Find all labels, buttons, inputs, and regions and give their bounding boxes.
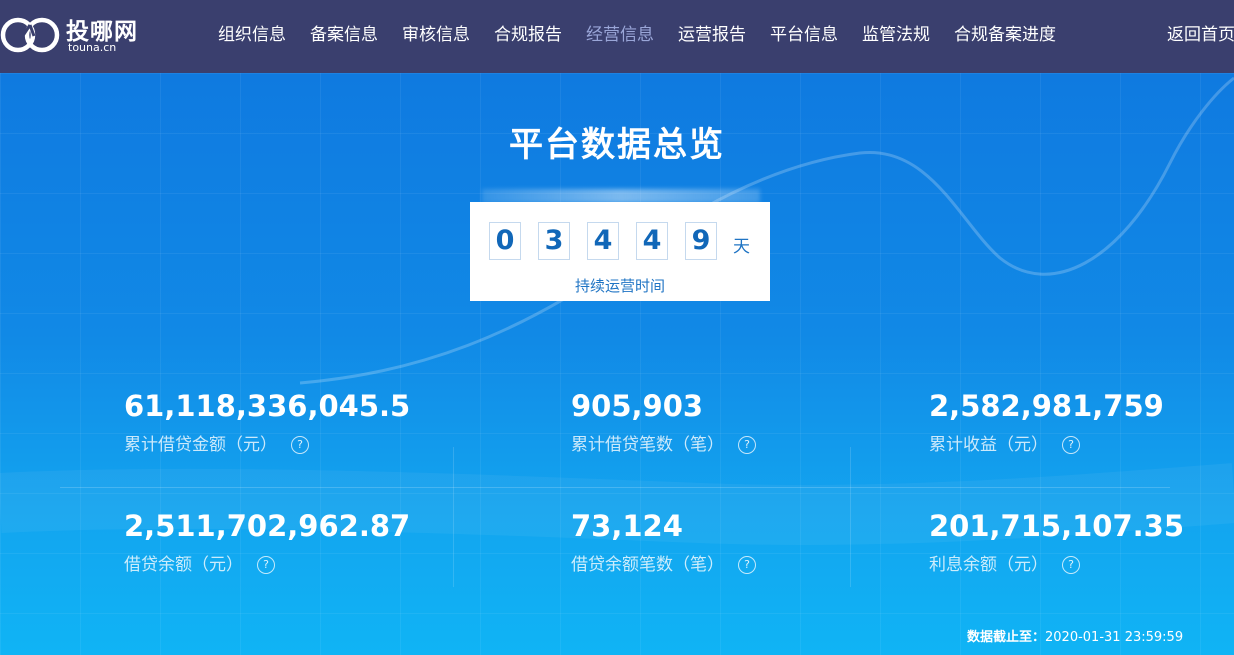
question-icon[interactable]: ? [738, 436, 756, 454]
stat-value: 905,903 [571, 389, 704, 423]
nav-item-regulations[interactable]: 监管法规 [862, 22, 930, 48]
stat-label: 借贷余额笔数（笔）? [571, 550, 756, 575]
nav-item-platform-info[interactable]: 平台信息 [770, 22, 838, 48]
question-icon[interactable]: ? [1062, 556, 1080, 574]
data-cutoff-label: 数据截止至： [967, 630, 1046, 645]
stat-label: 累计借贷金额（元）? [124, 430, 309, 455]
question-icon[interactable]: ? [257, 556, 275, 574]
nav-item-compliance-report[interactable]: 合规报告 [494, 22, 562, 48]
stat-label: 累计借贷笔数（笔）? [571, 430, 756, 455]
logo-icon [0, 17, 60, 53]
nav-item-org-info[interactable]: 组织信息 [218, 22, 286, 48]
stat-value: 2,582,981,759 [929, 389, 1164, 423]
runtime-digit: 4 [636, 222, 668, 260]
top-header: 投哪网 touna.cn 组织信息 备案信息 审核信息 合规报告 经营信息 运营… [0, 0, 1234, 73]
nav-item-filing-progress[interactable]: 合规备案进度 [954, 22, 1056, 48]
stats-divider [453, 447, 454, 587]
data-cutoff-time: 2020-01-31 23:59:59 [1045, 630, 1184, 645]
stat-total-income: 2,582,981,759 累计收益（元）? [929, 389, 1234, 459]
question-icon[interactable]: ? [1062, 436, 1080, 454]
nav-item-business-info[interactable]: 经营信息 [586, 22, 654, 48]
runtime-digit: 0 [489, 222, 521, 260]
stat-value: 61,118,336,045.5 [124, 389, 411, 423]
back-home-link[interactable]: 返回首页 [1167, 22, 1234, 48]
stat-label: 利息余额（元）? [929, 550, 1080, 575]
runtime-label: 持续运营时间 [574, 277, 665, 295]
question-icon[interactable]: ? [291, 436, 309, 454]
stat-total-loan-amount: 61,118,336,045.5 累计借贷金额（元）? [124, 389, 444, 459]
main-overview: 平台数据总览 0 3 4 4 9 天 持续运营时间 61,118,336,045… [0, 73, 1234, 655]
logo-domain: touna.cn [68, 41, 117, 54]
data-cutoff: 数据截止至：2020-01-31 23:59:59 [967, 626, 1183, 645]
stat-value: 201,715,107.35 [929, 509, 1185, 543]
site-logo[interactable]: 投哪网 touna.cn [0, 12, 160, 58]
runtime-digit: 9 [685, 222, 717, 260]
stat-value: 73,124 [571, 509, 683, 543]
stat-loan-balance: 2,511,702,962.87 借贷余额（元）? [124, 509, 444, 579]
stat-loan-balance-count: 73,124 借贷余额笔数（笔）? [571, 509, 891, 579]
stat-interest-balance: 201,715,107.35 利息余额（元）? [929, 509, 1234, 579]
runtime-caption-blurred [482, 189, 760, 203]
runtime-unit: 天 [733, 237, 750, 257]
nav-item-audit-info[interactable]: 审核信息 [402, 22, 470, 48]
runtime-digit: 4 [587, 222, 619, 260]
page-title: 平台数据总览 [509, 125, 725, 165]
nav-item-operation-report[interactable]: 运营报告 [678, 22, 746, 48]
stat-label: 累计收益（元）? [929, 430, 1080, 455]
stat-label: 借贷余额（元）? [124, 550, 275, 575]
runtime-digit: 3 [538, 222, 570, 260]
runtime-counter: 0 3 4 4 9 天 持续运营时间 [470, 202, 770, 301]
stats-divider [60, 487, 1170, 488]
nav-item-filing-info[interactable]: 备案信息 [310, 22, 378, 48]
stat-total-loan-count: 905,903 累计借贷笔数（笔）? [571, 389, 891, 459]
question-icon[interactable]: ? [738, 556, 756, 574]
stat-value: 2,511,702,962.87 [124, 509, 411, 543]
